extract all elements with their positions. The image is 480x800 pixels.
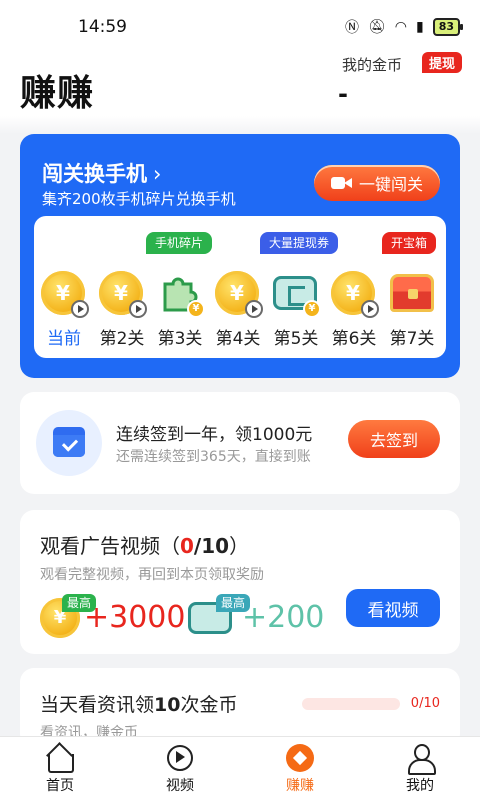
challenge-title[interactable]: 闯关换手机 ›	[42, 158, 161, 188]
battery-icon: 83	[432, 18, 464, 36]
mini-coin-icon: ¥	[187, 300, 205, 318]
play-icon	[129, 300, 147, 318]
profile-icon	[405, 743, 436, 775]
signin-card: 连续签到一年，领1000元 还需连续签到365天，直接到账 去签到	[20, 392, 460, 494]
level-label: 第4关	[215, 329, 261, 349]
level-4[interactable]: ¥ 第4关	[210, 268, 266, 349]
treasure-chest-icon	[390, 274, 434, 312]
page-title: 赚赚	[20, 73, 95, 114]
ticket-reward-amount: +200	[242, 600, 325, 635]
level-2[interactable]: ¥ 第2关	[94, 268, 150, 349]
home-icon	[45, 743, 75, 773]
treasure-chest-tag: 开宝箱	[382, 232, 437, 254]
video-task-title: 观看广告视频（0/10）	[40, 530, 249, 559]
challenge-card: 闯关换手机 › 集齐200枚手机碎片兑换手机 一键闯关 手机碎片 大量提现券 开宝…	[20, 134, 460, 378]
wifi-icon: ◠	[394, 19, 407, 35]
level-current[interactable]: ¥ 当前	[36, 268, 92, 349]
play-icon	[245, 300, 263, 318]
challenge-button-label: 一键闯关	[358, 175, 423, 194]
one-click-challenge-button[interactable]: 一键闯关	[314, 165, 440, 201]
level-label: 第6关	[331, 329, 377, 349]
video-icon	[165, 743, 195, 773]
nfc-icon: Ⓝ	[344, 20, 359, 36]
level-label: 第7关	[389, 329, 435, 349]
level-label: 第2关	[99, 329, 145, 349]
video-progress-current: 0	[180, 534, 194, 558]
status-bar: 14:59 Ⓝ 🔕︎ ◠ ▮ 83	[0, 0, 480, 52]
tab-video[interactable]: 视频	[140, 743, 220, 795]
tab-home[interactable]: 首页	[20, 743, 100, 795]
watch-video-button[interactable]: 看视频	[346, 589, 440, 627]
status-icons: Ⓝ 🔕︎ ◠ ▮ 83	[344, 17, 464, 37]
video-title-prefix: 观看广告视频（	[40, 534, 180, 558]
chevron-right-icon: ›	[153, 162, 162, 186]
earn-icon	[285, 743, 315, 773]
video-title-suffix: ）	[229, 534, 250, 558]
news-title-prefix: 当天看资讯领	[40, 694, 155, 716]
coin-reward: ¥ 最高 +3000	[40, 594, 190, 642]
level-6[interactable]: ¥ 第6关	[326, 268, 382, 349]
levels-panel: 手机碎片 大量提现券 开宝箱 ¥ 当前 ¥ 第2关 ¥ 第3关 ¥ 第4关 ¥ …	[34, 216, 446, 358]
header: 赚赚 我的金币 提现 -	[0, 52, 480, 116]
level-7[interactable]: 第7关	[384, 268, 440, 349]
video-camera-icon	[330, 175, 353, 191]
tab-label: 赚赚	[286, 778, 314, 794]
news-title-suffix: 次金币	[180, 694, 238, 716]
news-progress-count: 0/10	[410, 696, 440, 711]
play-icon	[361, 300, 379, 318]
my-coins-label[interactable]: 我的金币	[342, 54, 402, 75]
level-label: 第3关	[157, 329, 203, 349]
mute-icon: 🔕︎	[367, 19, 386, 35]
signin-title: 连续签到一年，领1000元	[116, 425, 313, 445]
coin-balance: -	[338, 80, 348, 108]
signin-subtitle: 还需连续签到365天，直接到账	[116, 449, 311, 465]
tab-label: 视频	[166, 778, 194, 794]
play-icon	[71, 300, 89, 318]
news-task-title: 当天看资讯领10次金币	[40, 690, 237, 717]
signal-icon: ▮	[415, 19, 424, 35]
news-progress-bar	[302, 698, 400, 710]
tab-profile[interactable]: 我的	[380, 743, 460, 795]
ticket-reward: 最高 +200	[188, 594, 338, 642]
video-task-subtitle: 观看完整视频，再回到本页领取奖励	[40, 567, 264, 583]
tab-label: 我的	[406, 778, 434, 794]
level-3[interactable]: ¥ 第3关	[152, 268, 208, 349]
withdraw-button[interactable]: 提现	[421, 52, 462, 73]
cash-ticket-tag: 大量提现券	[260, 232, 339, 254]
calendar-icon-bg	[36, 410, 102, 476]
mini-coin-icon: ¥	[303, 300, 321, 318]
news-title-count: 10	[154, 694, 181, 716]
status-time: 14:59	[78, 17, 127, 37]
video-progress-total: /10	[193, 534, 230, 558]
video-task-card: 观看广告视频（0/10） 观看完整视频，再回到本页领取奖励 ¥ 最高 +3000…	[20, 510, 460, 654]
level-5[interactable]: ¥ 第5关	[268, 268, 324, 349]
challenge-subtitle: 集齐200枚手机碎片兑换手机	[42, 190, 236, 208]
phone-piece-tag: 手机碎片	[146, 232, 213, 254]
level-label: 当前	[47, 329, 81, 349]
level-label: 第5关	[273, 329, 319, 349]
calendar-check-icon	[53, 427, 85, 457]
tab-earn[interactable]: 赚赚	[260, 743, 340, 795]
signin-button[interactable]: 去签到	[348, 420, 440, 458]
coin-reward-amount: +3000	[84, 600, 186, 635]
tab-label: 首页	[46, 778, 74, 794]
bottom-tab-bar: 首页 视频 赚赚 我的	[0, 736, 480, 800]
challenge-title-text: 闯关换手机	[42, 162, 147, 186]
